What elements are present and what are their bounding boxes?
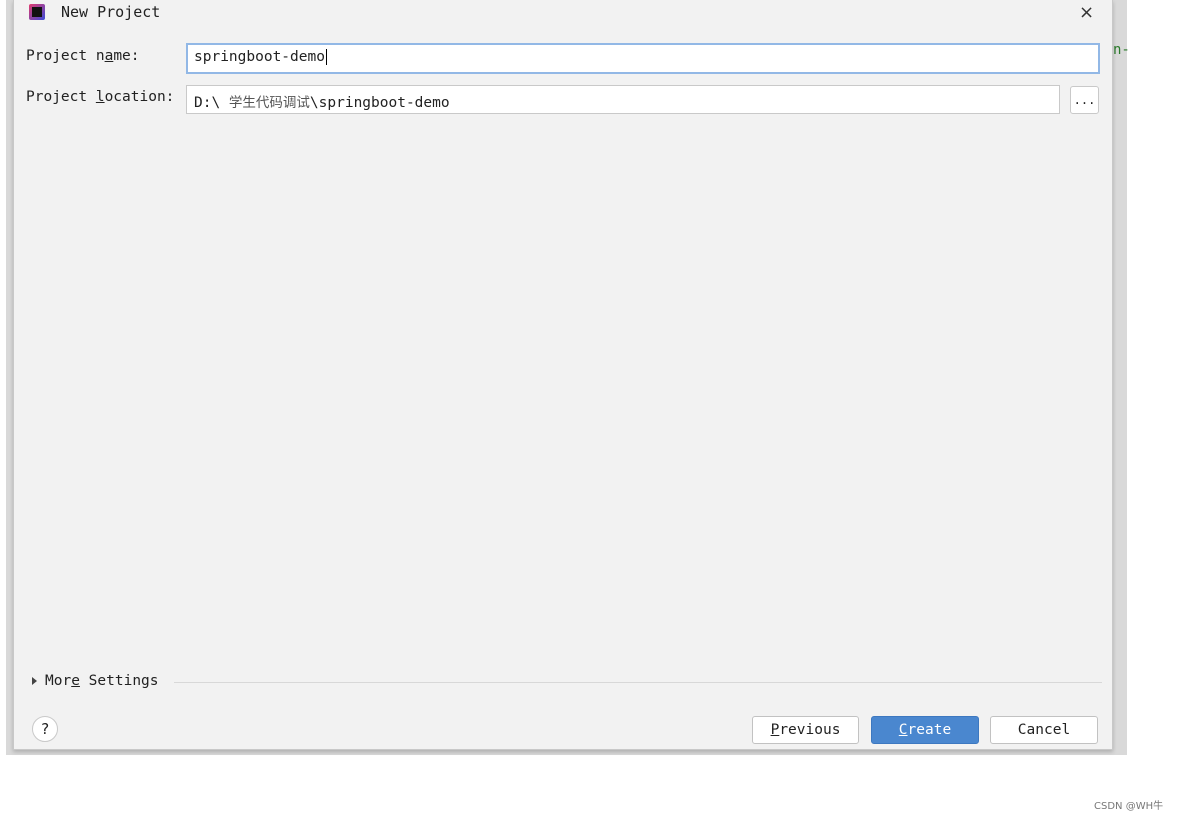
input-rest: \springboot-demo [309,95,450,111]
title-bar: New Project × [14,0,1112,26]
input-value: springboot-demo [194,49,325,65]
label-text: ocation: [104,89,175,105]
label-text: Project n [26,48,105,64]
cancel-button[interactable]: Cancel [990,716,1098,744]
input-drive: D:\ [194,95,229,111]
button-label: reate [907,722,952,738]
expand-triangle-icon [32,677,37,685]
mnemonic: e [71,673,80,689]
more-settings-toggle[interactable]: More Settings [32,673,159,689]
mnemonic: a [104,48,114,64]
intellij-idea-icon [29,4,45,20]
browse-button[interactable]: ... [1070,86,1099,114]
help-button[interactable]: ? [32,716,58,742]
input-folder: 学生代码调试 [228,95,310,111]
button-label: revious [779,722,841,738]
close-icon[interactable]: × [1079,2,1094,23]
project-location-input[interactable]: D:\ 学生代码调试\springboot-demo [186,85,1060,114]
text-cursor [325,49,327,65]
label-text: Settings [79,673,159,689]
divider [174,682,1102,683]
label-text: Project [26,89,96,105]
dialog-title: New Project [61,3,161,21]
background-code-text: n- [1113,42,1130,58]
project-name-input[interactable]: springboot-demo [186,43,1100,74]
mnemonic: P [770,722,780,738]
label-text: me: [113,48,140,64]
project-location-label: Project location: [26,89,174,105]
previous-button[interactable]: Previous [752,716,859,744]
create-button[interactable]: Create [871,716,979,744]
label-text: Mor [45,673,72,689]
watermark: CSDN @WH牛 [1094,801,1164,812]
mnemonic: C [898,722,908,738]
new-project-dialog: New Project × Project name: springboot-d… [13,0,1113,750]
mnemonic: l [95,89,105,105]
project-name-label: Project name: [26,48,140,64]
